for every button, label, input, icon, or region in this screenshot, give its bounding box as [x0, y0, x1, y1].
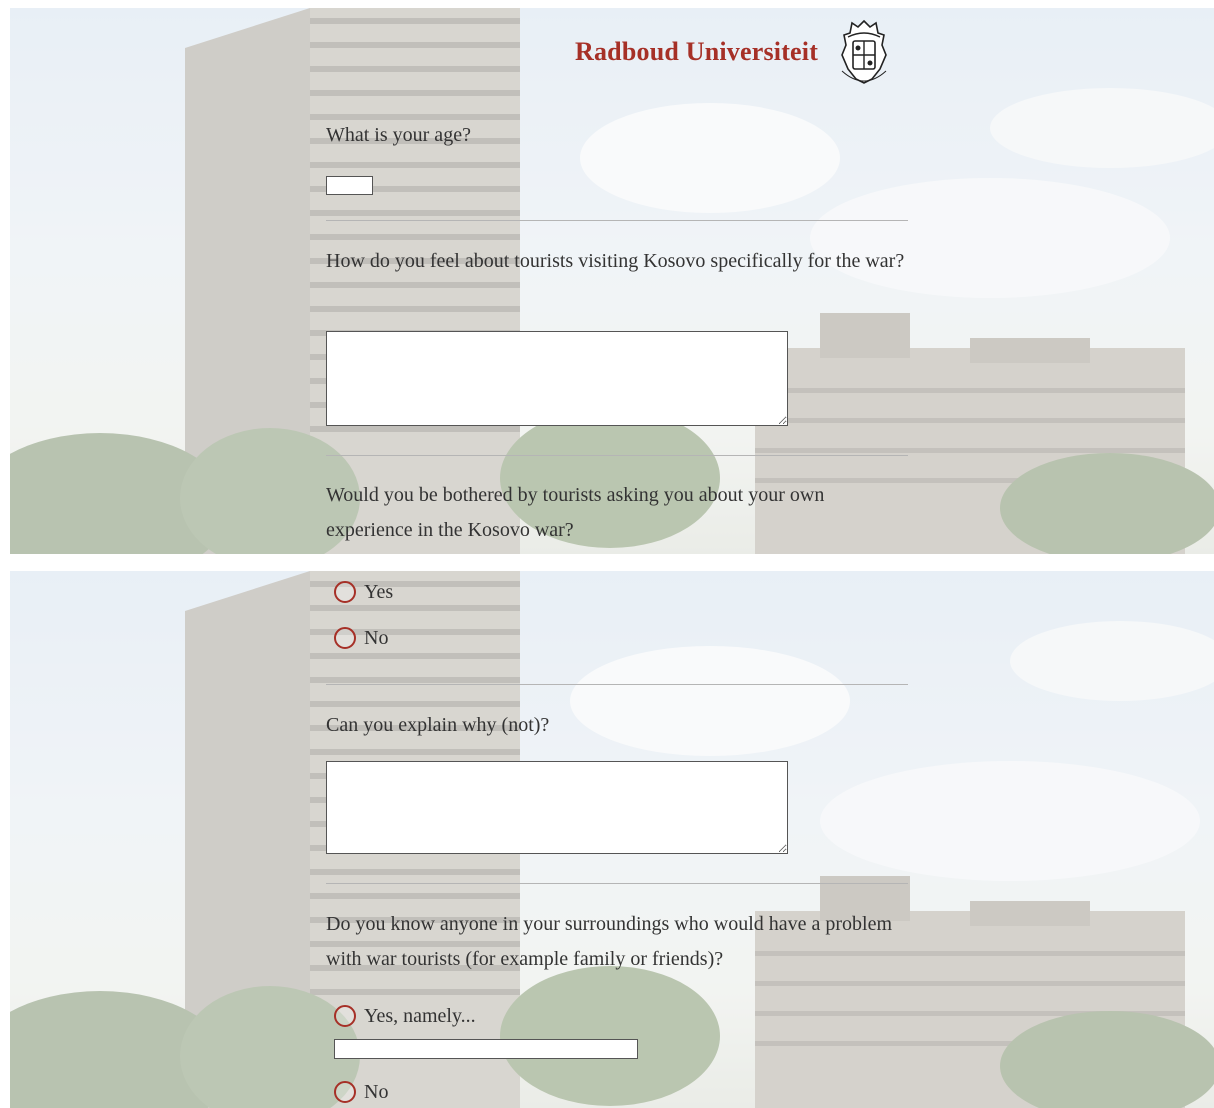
radio-circle-icon[interactable]: [334, 627, 356, 649]
survey-page-top: Radboud Universiteit What is your age? H…: [10, 8, 1214, 554]
explain-why-textarea[interactable]: [326, 761, 788, 854]
background-wash: [10, 8, 1214, 554]
radio-label: Yes, namely...: [364, 1004, 476, 1027]
know-anyone-option-yes[interactable]: Yes, namely...: [334, 1001, 476, 1031]
radio-circle-icon[interactable]: [334, 1081, 356, 1103]
question-age-label: What is your age?: [326, 124, 471, 146]
age-input[interactable]: [326, 176, 373, 195]
radio-label: No: [364, 626, 389, 649]
logo-text: Radboud Universiteit: [575, 37, 819, 66]
university-logo: Radboud Universiteit: [575, 19, 894, 84]
university-seal-icon: [841, 19, 887, 84]
radio-label: Yes: [364, 580, 394, 603]
bothered-option-yes[interactable]: Yes: [334, 577, 393, 607]
radio-circle-icon[interactable]: [334, 1005, 356, 1027]
radio-label: No: [364, 1080, 389, 1103]
question-explain-why-label: Can you explain why (not)?: [326, 714, 550, 736]
feel-war-tourism-textarea[interactable]: [326, 331, 788, 426]
radio-circle-icon[interactable]: [334, 581, 356, 603]
namely-input[interactable]: [334, 1039, 638, 1059]
survey-page-bottom: Yes No Can you explain why (not)? Do you…: [10, 571, 1214, 1108]
divider: [326, 883, 908, 884]
bothered-option-no[interactable]: No: [334, 623, 388, 653]
question-feel-war-tourism-label: How do you feel about tourists visiting …: [326, 250, 905, 272]
question-bothered-label: Would you be bothered by tourists asking…: [326, 484, 825, 541]
divider: [326, 684, 908, 685]
question-know-anyone-label: Do you know anyone in your surroundings …: [326, 913, 893, 970]
know-anyone-option-no[interactable]: No: [334, 1077, 388, 1107]
divider: [326, 455, 908, 456]
divider: [326, 220, 908, 221]
